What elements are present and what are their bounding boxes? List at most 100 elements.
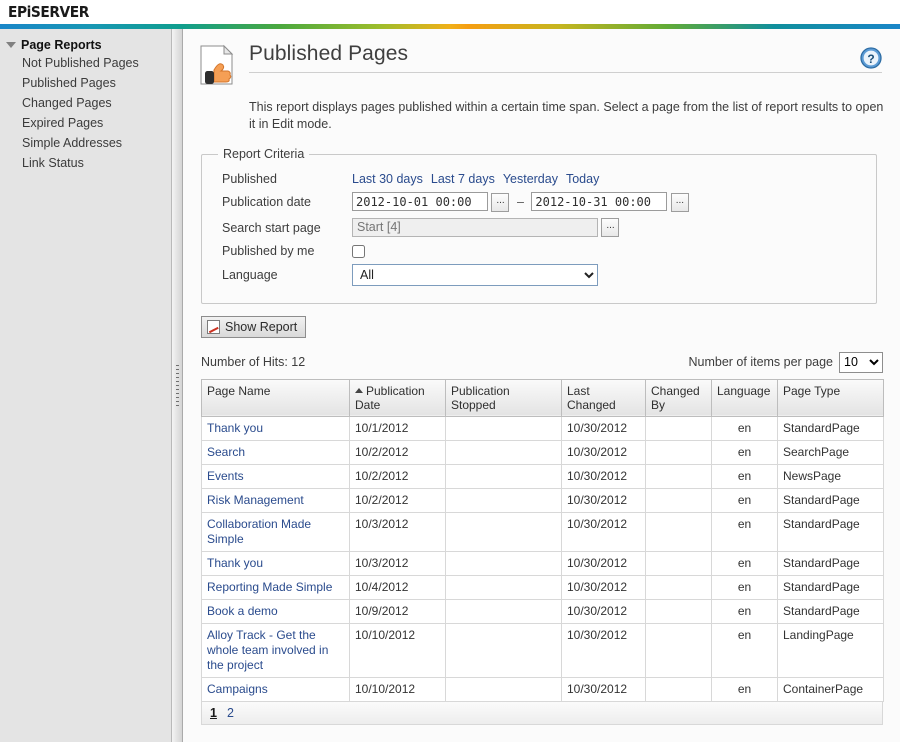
criteria-form: Published Last 30 days Last 7 days Yesterd… [222, 169, 689, 289]
results-table: Page Name Publication Date Publication S… [201, 378, 884, 702]
search-start-page-label: Search start page [222, 220, 321, 235]
cell-last-changed: 10/30/2012 [561, 463, 646, 489]
cell-page-name: Campaigns [201, 676, 350, 702]
quick-range-last-7-days[interactable]: Last 7 days [431, 172, 495, 186]
page-description: This report displays pages published wit… [249, 100, 884, 131]
page-name-link[interactable]: Risk Management [207, 493, 304, 507]
sidebar: Page Reports Not Published Pages Publish… [0, 29, 172, 742]
cell-changed-by [645, 676, 712, 702]
page-name-link[interactable]: Collaboration Made Simple [207, 517, 311, 546]
column-header-language[interactable]: Language [711, 378, 778, 417]
column-header-changed-by[interactable]: Changed By [645, 378, 712, 417]
cell-publication-date: 10/10/2012 [349, 676, 446, 702]
cell-publication-date: 10/3/2012 [349, 550, 446, 576]
cell-publication-stopped [445, 550, 562, 576]
table-row: Campaigns 10/10/2012 10/30/2012 en Container… [201, 676, 884, 702]
sidebar-item-changed-pages[interactable]: Changed Pages [0, 93, 171, 113]
pagination-page-2[interactable]: 2 [227, 706, 234, 720]
cell-publication-stopped [445, 598, 562, 624]
date-range-separator: – [516, 194, 524, 209]
publication-date-from-input[interactable] [352, 192, 488, 211]
cell-page-name: Alloy Track - Get the whole team involve… [201, 622, 350, 678]
column-header-publication-date[interactable]: Publication Date [349, 378, 446, 417]
results-table-head: Page Name Publication Date Publication S… [201, 378, 884, 417]
cell-page-type: ContainerPage [777, 676, 884, 702]
cell-page-name: Collaboration Made Simple [201, 511, 350, 552]
publication-date-to-input[interactable] [531, 192, 668, 211]
cell-page-type: StandardPage [777, 511, 884, 552]
cell-changed-by [645, 487, 712, 513]
publication-date-from-picker-button[interactable]: ... [491, 192, 510, 212]
column-header-last-changed[interactable]: Last Changed [561, 378, 646, 417]
quick-range-today[interactable]: Today [566, 172, 599, 186]
page-name-link[interactable]: Events [207, 469, 244, 483]
cell-language: en [711, 622, 778, 678]
quick-range-yesterday[interactable]: Yesterday [503, 172, 558, 186]
language-select[interactable]: All [352, 263, 598, 286]
table-row: Alloy Track - Get the whole team involve… [201, 622, 884, 678]
criteria-row-published-by-me: Published by me [222, 240, 689, 260]
page-name-link[interactable]: Alloy Track - Get the whole team involve… [207, 628, 328, 672]
sidebar-group-page-reports[interactable]: Page Reports [0, 37, 171, 53]
search-start-page-input[interactable] [352, 217, 598, 237]
table-row: Book a demo 10/9/2012 10/30/2012 en Standard… [201, 598, 884, 624]
title-divider [249, 72, 882, 73]
app-shell: Page Reports Not Published Pages Publish… [0, 29, 900, 742]
cell-page-type: SearchPage [777, 439, 884, 465]
splitter-grip-icon[interactable] [176, 364, 179, 407]
cell-page-name: Book a demo [201, 598, 350, 624]
cell-publication-stopped [445, 511, 562, 552]
panel-splitter[interactable] [172, 29, 183, 742]
cell-publication-date: 10/9/2012 [349, 598, 446, 624]
page-name-link[interactable]: Book a demo [207, 604, 278, 618]
search-start-page-browse-button[interactable]: ... [601, 218, 620, 238]
cell-publication-date: 10/2/2012 [349, 439, 446, 465]
cell-last-changed: 10/30/2012 [561, 598, 646, 624]
cell-last-changed: 10/30/2012 [561, 511, 646, 552]
page-title-wrap: Published Pages [249, 41, 884, 73]
cell-language: en [711, 598, 778, 624]
cell-language: en [711, 487, 778, 513]
sidebar-item-simple-addresses[interactable]: Simple Addresses [0, 133, 171, 153]
page-name-link[interactable]: Thank you [207, 556, 263, 570]
cell-page-type: NewsPage [777, 463, 884, 489]
column-header-page-name[interactable]: Page Name [201, 378, 350, 417]
pagination-page-1-current[interactable]: 1 [210, 706, 217, 720]
page-header: Published Pages ? [197, 41, 884, 87]
cell-language: en [711, 676, 778, 702]
sidebar-item-not-published-pages[interactable]: Not Published Pages [0, 53, 171, 73]
published-by-me-checkbox[interactable] [352, 244, 365, 258]
cell-language: en [711, 574, 778, 600]
criteria-row-search-start-page: Search start page ... [222, 215, 689, 241]
page-name-link[interactable]: Reporting Made Simple [207, 580, 332, 594]
quick-range-last-30-days[interactable]: Last 30 days [352, 172, 423, 186]
criteria-row-language: Language All [222, 261, 689, 289]
table-row: Events 10/2/2012 10/30/2012 en NewsPage [201, 463, 884, 489]
table-row: Reporting Made Simple 10/4/2012 10/30/2012… [201, 574, 884, 600]
publication-date-to-picker-button[interactable]: ... [670, 192, 689, 212]
column-header-page-type[interactable]: Page Type [777, 378, 884, 417]
column-header-publication-stopped[interactable]: Publication Stopped [445, 378, 562, 417]
cell-changed-by [645, 550, 712, 576]
page-name-link[interactable]: Search [207, 445, 245, 459]
cell-publication-stopped [445, 622, 562, 678]
cell-publication-date: 10/4/2012 [349, 574, 446, 600]
publication-date-label: Publication date [222, 194, 311, 209]
language-control: All [352, 261, 689, 289]
help-circle-icon[interactable]: ? [860, 47, 882, 69]
cell-publication-date: 10/2/2012 [349, 487, 446, 513]
show-report-button[interactable]: Show Report [201, 315, 307, 338]
language-label: Language [222, 267, 278, 282]
svg-text:?: ? [867, 52, 874, 66]
chevron-down-icon[interactable] [6, 42, 16, 48]
items-per-page-select[interactable]: 10 [839, 351, 883, 373]
sidebar-item-link-status[interactable]: Link Status [0, 153, 171, 173]
page-name-link[interactable]: Thank you [207, 421, 263, 435]
cell-changed-by [645, 511, 712, 552]
cell-publication-stopped [445, 676, 562, 702]
sidebar-item-published-pages[interactable]: Published Pages [0, 73, 171, 93]
sidebar-item-expired-pages[interactable]: Expired Pages [0, 113, 171, 133]
sidebar-group-label: Page Reports [21, 38, 102, 52]
page-name-link[interactable]: Campaigns [207, 682, 268, 696]
published-by-me-label: Published by me [222, 243, 315, 258]
